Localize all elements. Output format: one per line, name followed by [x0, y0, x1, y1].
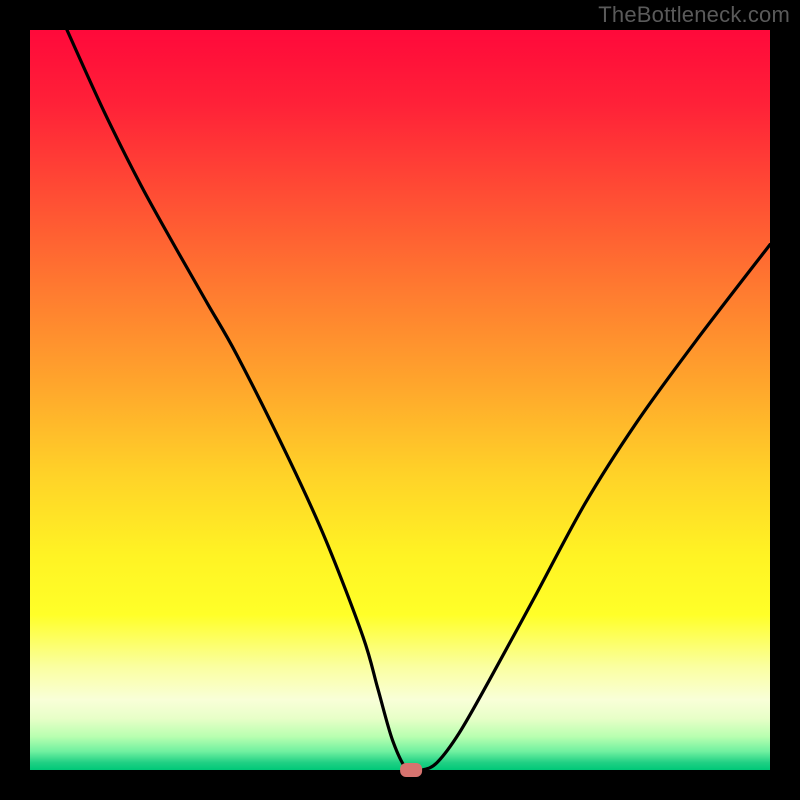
optimum-marker	[400, 763, 422, 777]
bottleneck-chart	[0, 0, 800, 800]
plot-background	[30, 30, 770, 770]
chart-frame: TheBottleneck.com	[0, 0, 800, 800]
watermark-text: TheBottleneck.com	[598, 2, 790, 28]
